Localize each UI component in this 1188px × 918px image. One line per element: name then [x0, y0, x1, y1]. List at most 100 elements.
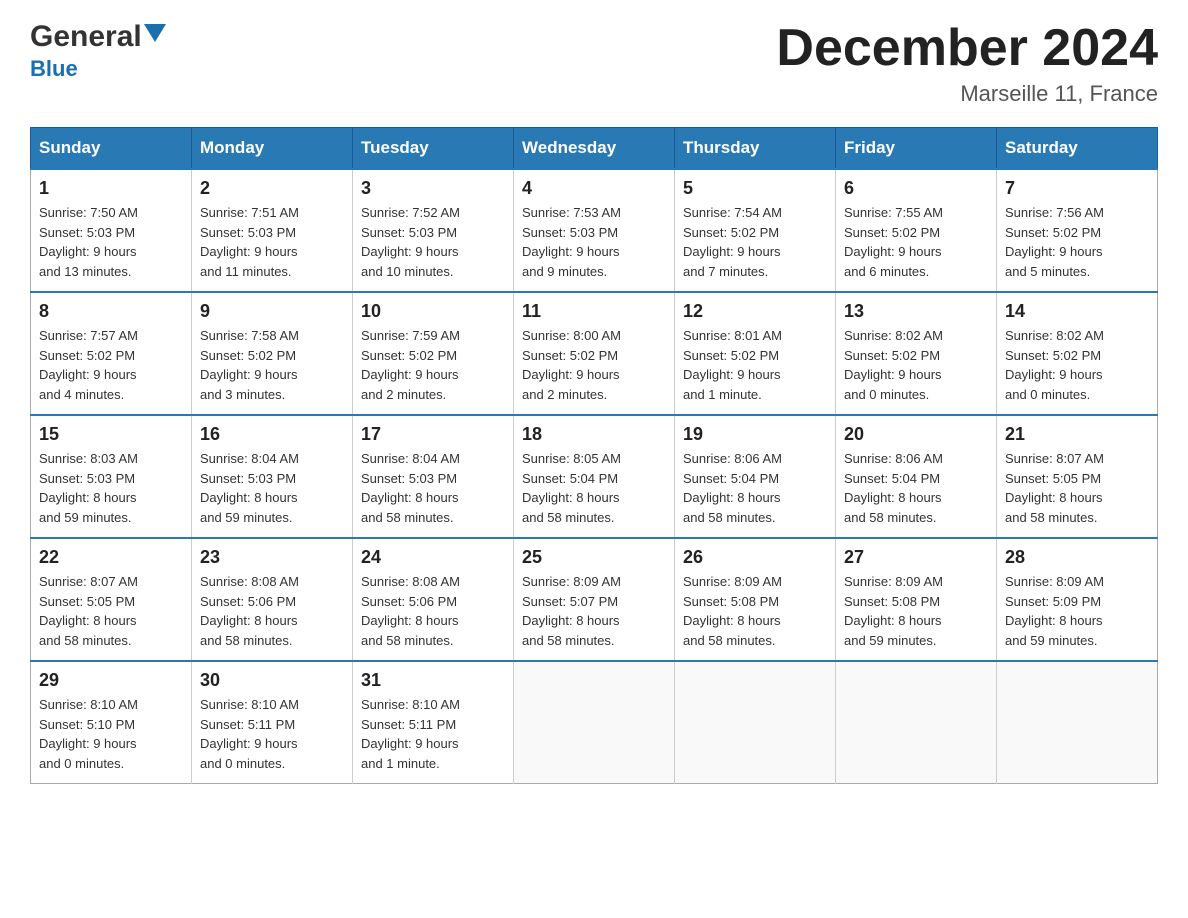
calendar-week-row: 8 Sunrise: 7:57 AMSunset: 5:02 PMDaylight… — [31, 292, 1158, 415]
day-number: 4 — [522, 178, 666, 199]
day-number: 3 — [361, 178, 505, 199]
title-section: December 2024 Marseille 11, France — [776, 20, 1158, 107]
day-info: Sunrise: 8:06 AMSunset: 5:04 PMDaylight:… — [844, 449, 988, 527]
day-info: Sunrise: 8:10 AMSunset: 5:10 PMDaylight:… — [39, 695, 183, 773]
day-number: 18 — [522, 424, 666, 445]
day-info: Sunrise: 7:54 AMSunset: 5:02 PMDaylight:… — [683, 203, 827, 281]
calendar-cell: 22Sunrise: 8:07 AMSunset: 5:05 PMDayligh… — [31, 538, 192, 661]
day-info: Sunrise: 7:56 AMSunset: 5:02 PMDaylight:… — [1005, 203, 1149, 281]
day-info: Sunrise: 8:08 AMSunset: 5:06 PMDaylight:… — [200, 572, 344, 650]
calendar-cell — [675, 661, 836, 784]
day-info: Sunrise: 7:52 AMSunset: 5:03 PMDaylight:… — [361, 203, 505, 281]
day-info: Sunrise: 8:06 AMSunset: 5:04 PMDaylight:… — [683, 449, 827, 527]
day-info: Sunrise: 8:09 AMSunset: 5:08 PMDaylight:… — [683, 572, 827, 650]
calendar-cell: 26 Sunrise: 8:09 AMSunset: 5:08 PMDayligh… — [675, 538, 836, 661]
day-info: Sunrise: 8:09 AMSunset: 5:07 PMDaylight:… — [522, 572, 666, 650]
day-number: 16 — [200, 424, 344, 445]
day-number: 17 — [361, 424, 505, 445]
calendar-cell: 1 Sunrise: 7:50 AMSunset: 5:03 PMDaylight… — [31, 169, 192, 292]
calendar-cell: 7 Sunrise: 7:56 AMSunset: 5:02 PMDaylight… — [997, 169, 1158, 292]
logo: General Blue — [30, 20, 166, 82]
day-number: 13 — [844, 301, 988, 322]
day-number: 25 — [522, 547, 666, 568]
day-info: Sunrise: 7:59 AMSunset: 5:02 PMDaylight:… — [361, 326, 505, 404]
day-info: Sunrise: 8:08 AMSunset: 5:06 PMDaylight:… — [361, 572, 505, 650]
calendar-cell: 13 Sunrise: 8:02 AMSunset: 5:02 PMDayligh… — [836, 292, 997, 415]
calendar-cell: 4 Sunrise: 7:53 AMSunset: 5:03 PMDaylight… — [514, 169, 675, 292]
day-number: 11 — [522, 301, 666, 322]
day-number: 20 — [844, 424, 988, 445]
day-info: Sunrise: 8:10 AMSunset: 5:11 PMDaylight:… — [361, 695, 505, 773]
calendar-cell: 27Sunrise: 8:09 AMSunset: 5:08 PMDayligh… — [836, 538, 997, 661]
weekday-header-tuesday: Tuesday — [353, 128, 514, 170]
day-number: 26 — [683, 547, 827, 568]
calendar-cell: 25 Sunrise: 8:09 AMSunset: 5:07 PMDayligh… — [514, 538, 675, 661]
day-info: Sunrise: 8:02 AMSunset: 5:02 PMDaylight:… — [844, 326, 988, 404]
logo-general-text: General — [30, 20, 142, 54]
day-number: 8 — [39, 301, 183, 322]
day-number: 19 — [683, 424, 827, 445]
calendar-week-row: 15 Sunrise: 8:03 AMSunset: 5:03 PMDayligh… — [31, 415, 1158, 538]
calendar-cell: 10 Sunrise: 7:59 AMSunset: 5:02 PMDayligh… — [353, 292, 514, 415]
weekday-header-saturday: Saturday — [997, 128, 1158, 170]
calendar-cell: 11 Sunrise: 8:00 AMSunset: 5:02 PMDayligh… — [514, 292, 675, 415]
weekday-header-wednesday: Wednesday — [514, 128, 675, 170]
day-number: 27 — [844, 547, 988, 568]
calendar-cell — [836, 661, 997, 784]
day-info: Sunrise: 7:51 AMSunset: 5:03 PMDaylight:… — [200, 203, 344, 281]
day-number: 10 — [361, 301, 505, 322]
calendar-cell: 23 Sunrise: 8:08 AMSunset: 5:06 PMDayligh… — [192, 538, 353, 661]
calendar-cell: 19 Sunrise: 8:06 AMSunset: 5:04 PMDayligh… — [675, 415, 836, 538]
day-number: 21 — [1005, 424, 1149, 445]
day-info: Sunrise: 8:01 AMSunset: 5:02 PMDaylight:… — [683, 326, 827, 404]
weekday-header-friday: Friday — [836, 128, 997, 170]
day-number: 29 — [39, 670, 183, 691]
day-number: 6 — [844, 178, 988, 199]
day-number: 30 — [200, 670, 344, 691]
day-info: Sunrise: 7:50 AMSunset: 5:03 PMDaylight:… — [39, 203, 183, 281]
calendar-cell — [997, 661, 1158, 784]
calendar-week-row: 1 Sunrise: 7:50 AMSunset: 5:03 PMDaylight… — [31, 169, 1158, 292]
calendar-cell: 15 Sunrise: 8:03 AMSunset: 5:03 PMDayligh… — [31, 415, 192, 538]
day-info: Sunrise: 8:04 AMSunset: 5:03 PMDaylight:… — [200, 449, 344, 527]
calendar-cell: 31 Sunrise: 8:10 AMSunset: 5:11 PMDayligh… — [353, 661, 514, 784]
day-number: 31 — [361, 670, 505, 691]
day-info: Sunrise: 8:07 AMSunset: 5:05 PMDaylight:… — [39, 572, 183, 650]
day-number: 24 — [361, 547, 505, 568]
day-info: Sunrise: 8:02 AMSunset: 5:02 PMDaylight:… — [1005, 326, 1149, 404]
day-info: Sunrise: 7:55 AMSunset: 5:02 PMDaylight:… — [844, 203, 988, 281]
page-header: General Blue December 2024 Marseille 11,… — [30, 20, 1158, 107]
calendar-cell: 14 Sunrise: 8:02 AMSunset: 5:02 PMDayligh… — [997, 292, 1158, 415]
weekday-header-row: SundayMondayTuesdayWednesdayThursdayFrid… — [31, 128, 1158, 170]
day-number: 14 — [1005, 301, 1149, 322]
day-number: 7 — [1005, 178, 1149, 199]
day-info: Sunrise: 7:57 AMSunset: 5:02 PMDaylight:… — [39, 326, 183, 404]
calendar-table: SundayMondayTuesdayWednesdayThursdayFrid… — [30, 127, 1158, 784]
calendar-week-row: 22Sunrise: 8:07 AMSunset: 5:05 PMDayligh… — [31, 538, 1158, 661]
calendar-cell: 21 Sunrise: 8:07 AMSunset: 5:05 PMDayligh… — [997, 415, 1158, 538]
day-number: 1 — [39, 178, 183, 199]
day-number: 23 — [200, 547, 344, 568]
day-info: Sunrise: 8:03 AMSunset: 5:03 PMDaylight:… — [39, 449, 183, 527]
calendar-cell: 6 Sunrise: 7:55 AMSunset: 5:02 PMDaylight… — [836, 169, 997, 292]
calendar-week-row: 29 Sunrise: 8:10 AMSunset: 5:10 PMDayligh… — [31, 661, 1158, 784]
day-info: Sunrise: 8:00 AMSunset: 5:02 PMDaylight:… — [522, 326, 666, 404]
location: Marseille 11, France — [776, 81, 1158, 107]
day-number: 15 — [39, 424, 183, 445]
logo-triangle-icon — [144, 24, 166, 46]
calendar-cell: 9 Sunrise: 7:58 AMSunset: 5:02 PMDaylight… — [192, 292, 353, 415]
calendar-cell: 20 Sunrise: 8:06 AMSunset: 5:04 PMDayligh… — [836, 415, 997, 538]
day-number: 5 — [683, 178, 827, 199]
day-info: Sunrise: 8:07 AMSunset: 5:05 PMDaylight:… — [1005, 449, 1149, 527]
calendar-cell: 3 Sunrise: 7:52 AMSunset: 5:03 PMDaylight… — [353, 169, 514, 292]
calendar-cell: 30Sunrise: 8:10 AMSunset: 5:11 PMDayligh… — [192, 661, 353, 784]
day-info: Sunrise: 7:53 AMSunset: 5:03 PMDaylight:… — [522, 203, 666, 281]
calendar-cell: 24 Sunrise: 8:08 AMSunset: 5:06 PMDayligh… — [353, 538, 514, 661]
month-title: December 2024 — [776, 20, 1158, 77]
day-number: 9 — [200, 301, 344, 322]
weekday-header-sunday: Sunday — [31, 128, 192, 170]
calendar-cell: 5 Sunrise: 7:54 AMSunset: 5:02 PMDaylight… — [675, 169, 836, 292]
calendar-cell: 12Sunrise: 8:01 AMSunset: 5:02 PMDayligh… — [675, 292, 836, 415]
weekday-header-thursday: Thursday — [675, 128, 836, 170]
day-info: Sunrise: 7:58 AMSunset: 5:02 PMDaylight:… — [200, 326, 344, 404]
